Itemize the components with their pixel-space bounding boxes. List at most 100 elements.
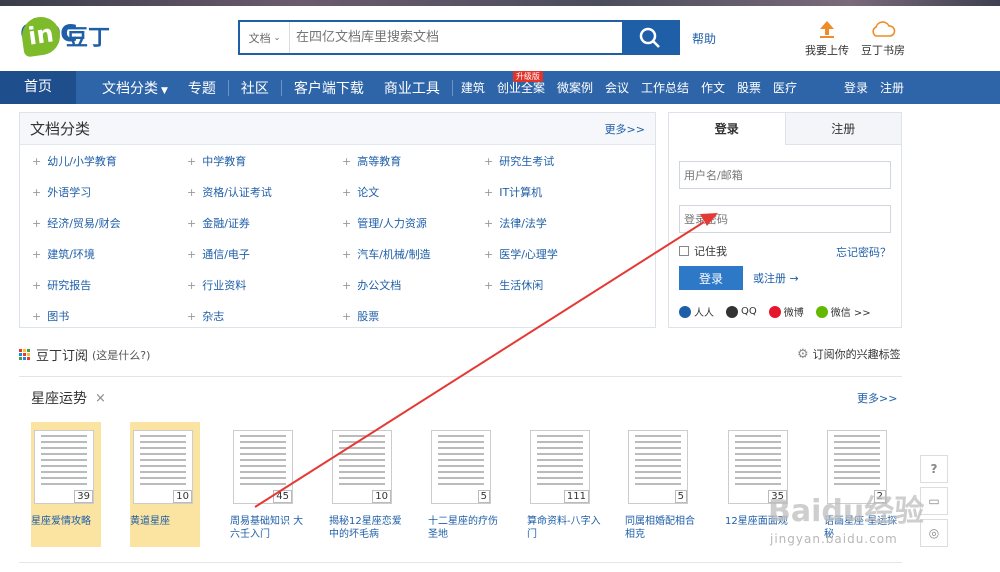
doc-card[interactable]: 45 周易基础知识 大六壬入门 <box>230 422 303 547</box>
top-strip <box>0 0 1000 6</box>
nav-business-tools[interactable]: 商业工具 <box>374 78 450 98</box>
doc-card[interactable]: 10 黄道星座 <box>130 422 200 547</box>
category-link[interactable]: + 金融/证券 <box>187 215 342 234</box>
bookroom-button[interactable]: 豆丁书房 <box>858 16 908 58</box>
nav-essay[interactable]: 作文 <box>695 79 731 96</box>
wechat-login[interactable]: 微信 >> <box>815 304 871 319</box>
doc-card[interactable]: 111 算命资料-八字入门 <box>527 422 601 547</box>
plus-icon: + <box>32 248 42 261</box>
category-link[interactable]: + 研究报告 <box>32 277 187 296</box>
nav-client-download[interactable]: 客户端下载 <box>284 78 374 98</box>
category-link[interactable]: + 论文 <box>342 184 484 203</box>
category-link[interactable]: + 研究生考试 <box>484 153 644 172</box>
doc-title[interactable]: 黄道星座 <box>130 515 204 528</box>
login-button[interactable]: 登录 <box>679 266 743 290</box>
doc-thumbnail[interactable]: 111 <box>530 430 590 504</box>
plus-icon: + <box>342 279 352 292</box>
subscribe-tags-link[interactable]: ⚙ 订阅你的兴趣标签 <box>797 346 901 362</box>
category-more-link[interactable]: 更多>> <box>605 121 645 137</box>
doc-thumbnail[interactable]: 10 <box>133 430 193 504</box>
page-count-badge: 39 <box>74 490 93 503</box>
baidu-watermark-url: jingyan.baidu.com <box>770 532 898 546</box>
doc-title[interactable]: 星座爱情攻略 <box>31 515 105 528</box>
plus-icon: + <box>187 279 197 292</box>
nav-register[interactable]: 注册 <box>874 79 910 96</box>
remember-me[interactable]: 记住我 <box>679 243 727 259</box>
plus-icon: + <box>342 155 352 168</box>
register-link[interactable]: 或注册 → <box>753 270 799 286</box>
category-link[interactable]: + IT计算机 <box>484 184 644 203</box>
upload-button[interactable]: 我要上传 <box>802 16 852 58</box>
category-link[interactable]: + 股票 <box>342 308 484 327</box>
category-link[interactable]: + 资格/认证考试 <box>187 184 342 203</box>
nav-medical[interactable]: 医疗 <box>767 79 803 96</box>
category-link[interactable]: + 汽车/机械/制造 <box>342 246 484 265</box>
category-link[interactable]: + 行业资料 <box>187 277 342 296</box>
nav-micro-case[interactable]: 微案例 <box>551 79 599 96</box>
category-link[interactable]: + 幼儿/小学教育 <box>32 153 187 172</box>
nav-community[interactable]: 社区 <box>231 78 279 98</box>
doc-thumbnail[interactable]: 5 <box>431 430 491 504</box>
doc-card[interactable]: 39 星座爱情攻略 <box>31 422 101 547</box>
category-link[interactable]: + 建筑/环境 <box>32 246 187 265</box>
section-more-link[interactable]: 更多>> <box>857 390 897 406</box>
doc-card[interactable]: 5 十二星座的疗伤圣地 <box>428 422 498 547</box>
nav-categories[interactable]: 文档分类 ▼ <box>92 78 178 98</box>
doc-title[interactable]: 同属相婚配相合相克 <box>625 515 699 541</box>
category-link[interactable]: + 经济/贸易/财会 <box>32 215 187 234</box>
doc-title[interactable]: 周易基础知识 大六壬入门 <box>230 515 304 541</box>
doc-title[interactable]: 十二星座的疗伤圣地 <box>428 515 502 541</box>
doc-title[interactable]: 算命资料-八字入门 <box>527 515 601 541</box>
close-icon[interactable]: × <box>95 391 106 406</box>
nav-home[interactable]: 首页 <box>0 71 76 104</box>
category-link[interactable]: + 管理/人力资源 <box>342 215 484 234</box>
remember-checkbox[interactable] <box>679 246 689 256</box>
plus-icon: + <box>484 217 494 230</box>
weibo-login[interactable]: 微博 <box>768 304 804 319</box>
doc-thumbnail[interactable]: 45 <box>233 430 293 504</box>
forgot-password-link[interactable]: 忘记密码？ <box>836 244 891 260</box>
search-input[interactable] <box>290 22 622 53</box>
nav-work-summary[interactable]: 工作总结 <box>635 79 695 96</box>
cloud-icon <box>872 21 896 37</box>
search-button[interactable] <box>622 22 678 53</box>
nav-login[interactable]: 登录 <box>838 79 874 96</box>
doc-thumbnail[interactable]: 5 <box>628 430 688 504</box>
category-link[interactable]: + 生活休闲 <box>484 277 644 296</box>
category-link[interactable]: + 外语学习 <box>32 184 187 203</box>
nav-stocks[interactable]: 股票 <box>731 79 767 96</box>
renren-login[interactable]: 人人 <box>679 304 714 319</box>
password-field[interactable] <box>679 205 891 233</box>
username-field[interactable] <box>679 161 891 189</box>
tab-login[interactable]: 登录 <box>669 113 785 145</box>
doc-thumbnail[interactable]: 10 <box>332 430 392 504</box>
qq-login[interactable]: QQ <box>726 304 757 319</box>
category-link[interactable]: + 办公文档 <box>342 277 484 296</box>
plus-icon: + <box>484 186 494 199</box>
help-link[interactable]: 帮助 <box>692 30 716 47</box>
doc-card[interactable]: 10 揭秘12星座恋爱中的坏毛病 <box>329 422 402 547</box>
subscribe-help-link[interactable]: (这是什么?) <box>92 347 150 363</box>
category-link[interactable]: + 法律/法学 <box>484 215 644 234</box>
nav-divider <box>451 79 453 96</box>
category-link[interactable]: + 杂志 <box>187 308 342 327</box>
category-link[interactable]: + 医学/心理学 <box>484 246 644 265</box>
category-link[interactable]: + 高等教育 <box>342 153 484 172</box>
category-link[interactable]: + 通信/电子 <box>187 246 342 265</box>
tab-register[interactable]: 注册 <box>784 113 901 145</box>
category-link[interactable]: + 中学教育 <box>187 153 342 172</box>
section-header: 星座运势 × <box>31 388 106 408</box>
nav-architecture[interactable]: 建筑 <box>455 79 491 96</box>
docin-logo[interactable]: doc in 豆丁 <box>19 14 110 58</box>
nav-startup[interactable]: 创业全案 升级版 <box>491 71 551 96</box>
help-side-button[interactable]: ? <box>920 455 948 483</box>
page-count-badge: 5 <box>674 490 687 503</box>
doc-thumbnail[interactable]: 39 <box>34 430 94 504</box>
category-link[interactable]: + 图书 <box>32 308 187 327</box>
nav-topics[interactable]: 专题 <box>178 78 226 98</box>
page-count-badge: 5 <box>477 490 490 503</box>
doc-card[interactable]: 5 同属相婚配相合相克 <box>625 422 695 547</box>
doc-title[interactable]: 揭秘12星座恋爱中的坏毛病 <box>329 515 403 541</box>
nav-meeting[interactable]: 会议 <box>599 79 635 96</box>
search-type-select[interactable]: 文档 ⌄ <box>240 22 290 53</box>
